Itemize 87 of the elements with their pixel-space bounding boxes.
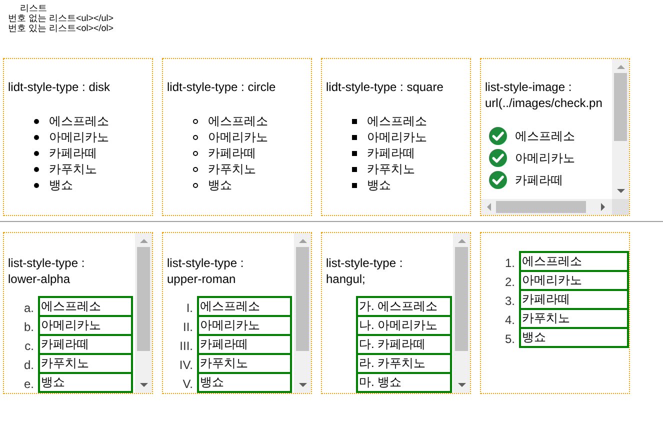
- bullet-icon: [34, 118, 39, 124]
- list-item: 카푸치노: [49, 160, 97, 178]
- list-item: 마. 뱅쇼: [356, 372, 452, 393]
- list-item: 뱅쇼: [49, 176, 73, 194]
- list-item: 카페라떼: [519, 289, 629, 310]
- list-item: 아메리카노: [367, 128, 427, 146]
- list-item: 나. 아메리카노: [356, 315, 452, 336]
- list-item: 가. 에스프레소: [356, 296, 452, 317]
- list-item: 뱅쇼: [519, 327, 629, 348]
- list-marker: e.: [22, 376, 35, 390]
- list-marker: c.: [24, 338, 35, 352]
- bullet-icon: [193, 150, 198, 156]
- vertical-scrollbar[interactable]: [135, 233, 152, 393]
- vertical-scrollbar[interactable]: [294, 233, 311, 393]
- list-item: 에스프레소: [208, 112, 268, 130]
- list-item: 뱅쇼: [367, 176, 391, 194]
- panel-heading: list-style-type : upper-roman: [167, 255, 245, 287]
- list-item: 다. 카페라떼: [356, 334, 452, 355]
- vertical-scrollbar[interactable]: [453, 233, 470, 393]
- panel-heading: list-style-image : url(../images/check.pn: [485, 79, 604, 111]
- list-item: 카푸치노: [519, 308, 629, 329]
- bullet-icon: [193, 182, 198, 188]
- bullet-icon: [352, 150, 357, 156]
- list-item: 뱅쇼: [38, 372, 133, 393]
- vertical-scrollbar[interactable]: [612, 59, 629, 199]
- bullet-icon: [34, 150, 39, 156]
- list-item: 카페라떼: [38, 334, 133, 355]
- list-marker: 4.: [504, 312, 516, 326]
- list-marker: b.: [22, 320, 35, 334]
- list-marker: I.: [185, 300, 194, 314]
- header-line: 리스트: [20, 3, 47, 13]
- horizontal-scrollbar[interactable]: [481, 199, 612, 215]
- list-item: 아메리카노: [197, 315, 292, 336]
- list-item: 에스프레소: [197, 296, 292, 317]
- list-item: 아메리카노: [38, 315, 133, 336]
- list-marker: V.: [182, 376, 194, 390]
- list-marker: III.: [178, 338, 194, 352]
- list-item: 카푸치노: [367, 160, 415, 178]
- bullet-icon: [34, 182, 39, 188]
- list-item: 에스프레소: [367, 112, 427, 130]
- list-marker: 1.: [504, 256, 516, 270]
- panel-heading: lidt-style-type : circle: [167, 79, 277, 95]
- list-item: 카페라떼: [515, 172, 563, 188]
- list-item: 카페라떼: [208, 144, 256, 162]
- bullet-icon: [352, 166, 357, 172]
- check-icon: [489, 127, 507, 145]
- list-item: 라. 카푸치노: [356, 353, 452, 374]
- bullet-icon: [34, 166, 39, 172]
- bullet-icon: [34, 134, 39, 140]
- bullet-icon: [352, 118, 357, 124]
- list-item: 카푸치노: [38, 353, 133, 374]
- panel-heading: list-style-type : hangul;: [326, 255, 404, 287]
- header-line: 번호 있는 리스트<ol></ol>: [8, 23, 114, 33]
- list-item: 아메리카노: [208, 128, 268, 146]
- list-item: 에스프레소: [38, 296, 133, 317]
- list-item: 뱅쇼: [197, 372, 292, 393]
- bullet-icon: [352, 182, 357, 188]
- panel-heading: list-style-type : lower-alpha: [8, 255, 86, 287]
- header-line: 번호 없는 리스트<ul></ul>: [8, 13, 114, 23]
- list-item: 에스프레소: [515, 128, 575, 144]
- list-item: 카페라떼: [197, 334, 292, 355]
- bullet-icon: [352, 134, 357, 140]
- list-item: 아메리카노: [515, 150, 575, 166]
- panel-heading: lidt-style-type : square: [326, 79, 444, 95]
- list-item: 뱅쇼: [208, 176, 232, 194]
- list-item: 카푸치노: [208, 160, 256, 178]
- list-item: 카푸치노: [197, 353, 292, 374]
- list-item: 아메리카노: [519, 270, 629, 291]
- list-marker: d.: [22, 358, 35, 372]
- check-icon: [489, 171, 507, 189]
- list-marker: 2.: [504, 274, 516, 288]
- list-item: 아메리카노: [49, 128, 109, 146]
- list-marker: 3.: [504, 294, 516, 308]
- bullet-icon: [193, 134, 198, 140]
- bullet-icon: [193, 118, 198, 124]
- panel-heading: lidt-style-type : disk: [8, 79, 112, 95]
- list-item: 에스프레소: [519, 251, 629, 272]
- check-icon: [489, 149, 507, 167]
- list-marker: II.: [182, 320, 194, 334]
- scrollbar-corner: [612, 199, 629, 215]
- list-marker: IV.: [178, 358, 194, 372]
- list-marker: a.: [22, 300, 35, 314]
- list-marker: 5.: [504, 332, 516, 346]
- bullet-icon: [193, 166, 198, 172]
- list-item: 카페라떼: [367, 144, 415, 162]
- list-item: 카페라떼: [49, 144, 97, 162]
- list-item: 에스프레소: [49, 112, 109, 130]
